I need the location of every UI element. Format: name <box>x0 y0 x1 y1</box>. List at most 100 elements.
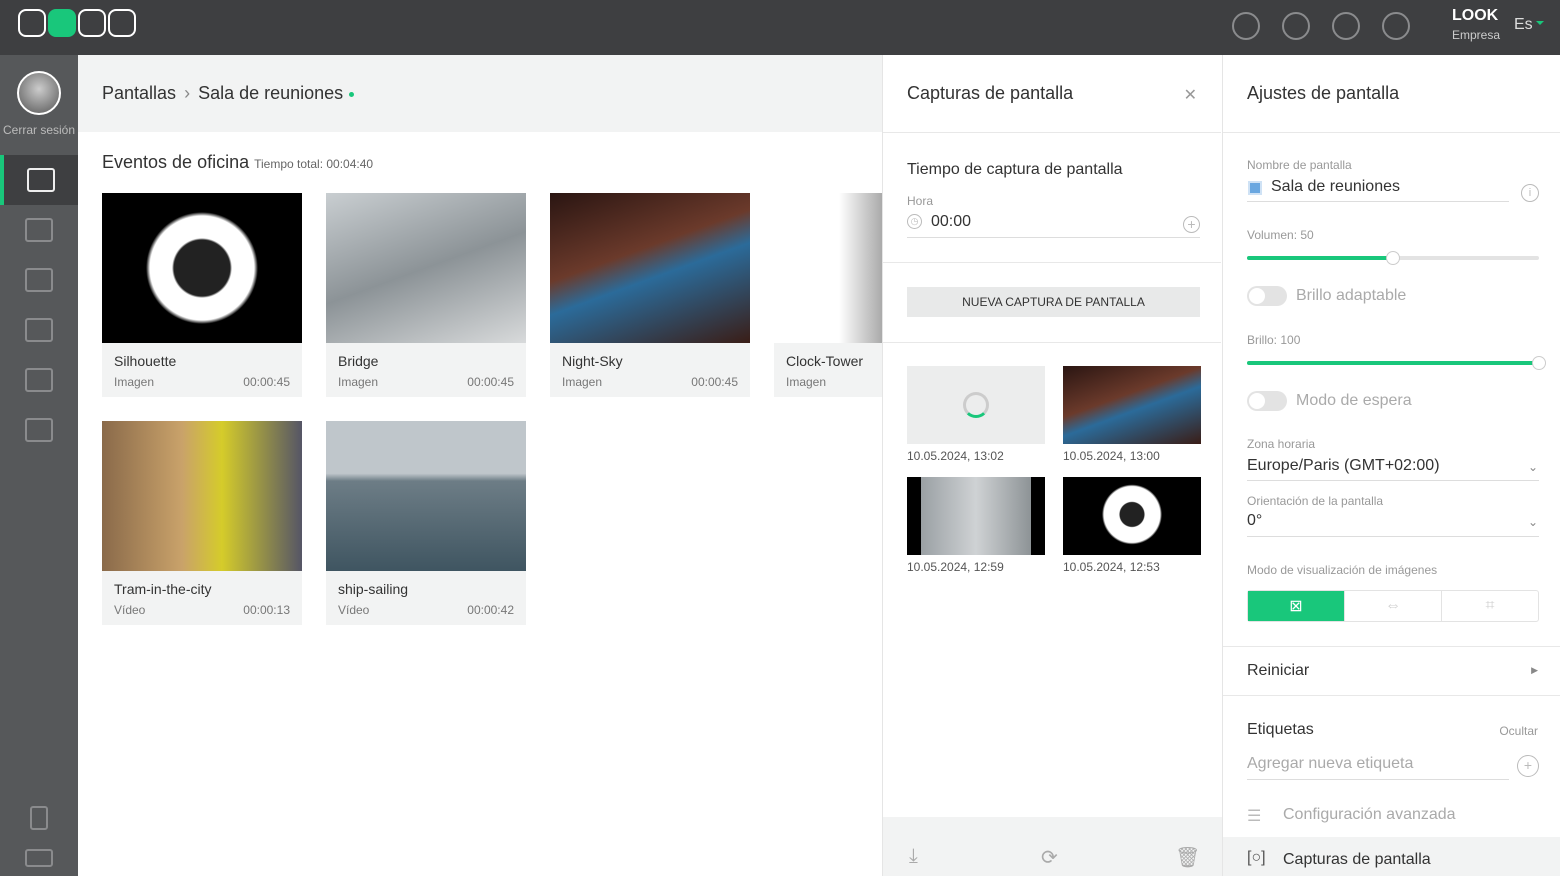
item-name: Silhouette <box>114 353 177 369</box>
screenshots-link[interactable]: [○] Capturas de pantalla <box>1223 837 1560 876</box>
item-thumbnail <box>550 193 750 343</box>
bell-icon[interactable] <box>1332 12 1360 40</box>
sidebar-item-favorites[interactable] <box>0 355 78 405</box>
playlist-total-time: Tiempo total: 00:04:40 <box>254 157 374 171</box>
screenshot-date: 10.05.2024, 13:02 <box>907 449 1004 463</box>
avatar[interactable] <box>17 71 61 115</box>
item-type: Imagen <box>562 375 603 389</box>
advanced-settings-link[interactable]: Configuración avanzada <box>1283 806 1456 824</box>
item-duration: 00:00:45 <box>467 375 514 389</box>
new-screenshot-button[interactable]: NUEVA CAPTURA DE PANTALLA <box>907 287 1200 317</box>
screenshot-thumb[interactable] <box>1063 477 1201 555</box>
add-tag-icon[interactable]: + <box>1517 755 1539 777</box>
book-icon <box>30 806 48 830</box>
clock-icon: ◷ <box>907 214 922 229</box>
screenshot-thumb[interactable] <box>1063 366 1201 444</box>
logout-link[interactable]: Cerrar sesión <box>0 123 78 137</box>
screens-icon <box>27 168 55 192</box>
sidebar: Cerrar sesión <box>0 55 78 876</box>
volume-slider[interactable] <box>1247 251 1539 265</box>
language-select[interactable]: Es <box>1514 16 1544 34</box>
playlist-item[interactable]: ship-sailing Vídeo 00:00:42 <box>326 421 526 625</box>
timezone-label: Zona horaria <box>1247 437 1316 451</box>
tags-title: Etiquetas <box>1247 721 1314 738</box>
refresh-icon[interactable]: ⟳ <box>1041 845 1058 870</box>
tags-hide-link[interactable]: Ocultar <box>1499 724 1538 738</box>
brand-sub: Empresa <box>1452 28 1501 42</box>
breadcrumb-root[interactable]: Pantallas <box>102 83 176 103</box>
panel-title: Ajustes de pantalla <box>1247 83 1400 103</box>
item-type: Vídeo <box>114 603 146 617</box>
sliders-icon[interactable] <box>1382 12 1410 40</box>
look-logo[interactable] <box>18 9 136 37</box>
screenshot-date: 10.05.2024, 13:00 <box>1063 449 1160 463</box>
restart-button[interactable]: Reiniciar <box>1247 662 1309 680</box>
brightness-slider[interactable] <box>1247 356 1546 370</box>
standby-toggle[interactable] <box>1247 391 1287 411</box>
playlist-icon <box>25 268 53 292</box>
playlist-item[interactable]: Bridge Imagen 00:00:45 <box>326 193 526 397</box>
volume-label: Volumen: 50 <box>1247 228 1314 242</box>
timezone-select[interactable]: Europe/Paris (GMT+02:00) <box>1247 457 1440 475</box>
info-icon[interactable]: i <box>1521 184 1539 202</box>
breadcrumb: Pantallas › Sala de reuniones <box>102 83 355 104</box>
caret-right-icon: ▶ <box>1531 665 1538 675</box>
item-duration: 00:00:42 <box>467 603 514 617</box>
mode-fill-icon[interactable]: ⊠ <box>1248 591 1345 621</box>
item-name: Bridge <box>338 353 379 369</box>
mode-fit-icon[interactable]: ⇔ <box>1345 591 1442 621</box>
item-name: Clock-Tower <box>786 353 864 369</box>
sidebar-item-gallery[interactable] <box>0 205 78 255</box>
chevron-right-icon: › <box>184 83 191 103</box>
playlist-item[interactable]: Night-Sky Imagen 00:00:45 <box>550 193 750 397</box>
sliders-icon: ☰ <box>1247 808 1262 825</box>
playlist-item[interactable]: Silhouette Imagen 00:00:45 <box>102 193 302 397</box>
orientation-select[interactable]: 0° <box>1247 512 1262 530</box>
adaptive-brightness-toggle[interactable] <box>1247 286 1287 306</box>
hour-label: Hora <box>907 194 934 208</box>
item-thumbnail <box>774 193 882 343</box>
display-mode-label: Modo de visualización de imágenes <box>1247 563 1438 577</box>
screenshot-date: 10.05.2024, 12:59 <box>907 560 1004 574</box>
chevron-down-icon: ⌄ <box>1527 515 1538 529</box>
company-menu[interactable]: LOOK Empresa <box>1452 7 1500 42</box>
users-icon[interactable] <box>1282 12 1310 40</box>
sidebar-item-playlists[interactable] <box>0 255 78 305</box>
item-name: Tram-in-the-city <box>114 581 212 597</box>
playlist-item[interactable]: Tram-in-the-city Vídeo 00:00:13 <box>102 421 302 625</box>
item-type: Imagen <box>786 375 827 389</box>
chevron-down-icon: ⌄ <box>1527 460 1538 474</box>
brightness-label: Brillo: 100 <box>1247 333 1301 347</box>
capture-time-title: Tiempo de captura de pantalla <box>907 161 1123 178</box>
screenshot-pending[interactable] <box>907 366 1045 444</box>
screenshots-label: Capturas de pantalla <box>1283 851 1431 868</box>
item-name: Night-Sky <box>562 353 623 369</box>
screenshots-toolbar: ⤓ ⟳ 🗑 <box>883 817 1222 876</box>
caret-down-icon <box>1535 20 1544 29</box>
item-duration: 00:00:45 <box>243 375 290 389</box>
playlist-name: Eventos de oficina <box>102 152 250 172</box>
mode-crop-icon[interactable]: ⌗ <box>1442 591 1538 621</box>
screenshots-panel: Capturas de pantalla ✕ Tiempo de captura… <box>882 55 1222 876</box>
pie-chart-icon[interactable] <box>1232 12 1260 40</box>
item-type: Imagen <box>338 375 379 389</box>
item-type: Imagen <box>114 375 155 389</box>
screen-color-icon <box>1248 181 1262 195</box>
panel-title: Capturas de pantalla <box>907 83 1074 103</box>
screen-settings-panel: Ajustes de pantalla Nombre de pantalla S… <box>1222 55 1560 876</box>
sidebar-item-calendar[interactable] <box>0 305 78 355</box>
hour-input[interactable]: 00:00 <box>931 213 971 231</box>
close-icon[interactable]: ✕ <box>1184 85 1197 105</box>
screen-name-input[interactable]: Sala de reuniones <box>1271 178 1400 196</box>
trash-icon[interactable]: 🗑 <box>1175 845 1200 870</box>
breadcrumb-current: Sala de reuniones <box>198 83 344 103</box>
sidebar-item-layers[interactable] <box>0 405 78 455</box>
screenshot-thumb[interactable] <box>907 477 1045 555</box>
chat-icon <box>25 849 53 867</box>
playlist-item[interactable]: Clock-Tower Imagen <box>774 193 882 397</box>
new-tag-input[interactable]: Agregar nueva etiqueta <box>1247 755 1413 773</box>
add-time-icon[interactable]: + <box>1183 216 1200 233</box>
download-icon[interactable]: ⤓ <box>909 845 918 868</box>
top-bar: LOOK Empresa Es <box>0 0 1560 55</box>
sidebar-item-screens[interactable] <box>0 155 78 205</box>
